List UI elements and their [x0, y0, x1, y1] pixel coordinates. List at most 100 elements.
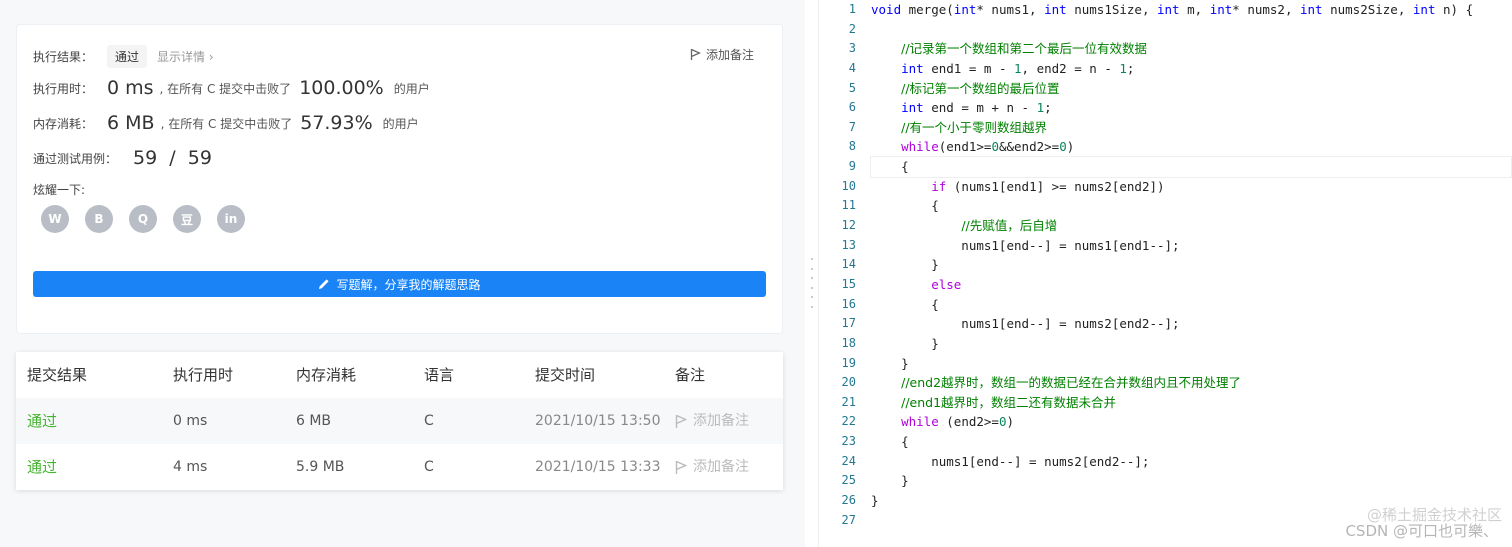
memory-row: 内存消耗： 6 MB , 在所有 C 提交中击败了 57.93% 的用户 [33, 112, 419, 134]
line-number: 17 [841, 316, 856, 331]
row-add-note-button[interactable]: 添加备注 [675, 398, 749, 444]
line-number: 13 [841, 237, 856, 252]
watermark-csdn: CSDN @可口也可樂、 [1345, 522, 1498, 540]
line-number: 14 [841, 257, 856, 272]
line-number: 2 [848, 21, 856, 36]
share-label: 炫耀一下: [33, 183, 86, 197]
flag-icon [675, 414, 687, 428]
row-status-link[interactable]: 通过 [27, 398, 57, 444]
code-line: if (nums1[end1] >= nums2[end2]) [931, 178, 1165, 194]
code-line: //有一个小于零则数组越界 [901, 119, 1048, 135]
col-status: 提交结果 [27, 366, 88, 384]
line-number: 18 [841, 335, 856, 350]
line-number: 8 [848, 139, 856, 154]
code-line: //先赋值，后自增 [961, 218, 1058, 234]
linkedin-icon[interactable]: in [217, 205, 245, 233]
col-memory: 内存消耗 [296, 366, 357, 384]
line-number: 10 [841, 178, 856, 193]
runtime-row: 执行用时： 0 ms , 在所有 C 提交中击败了 100.00% 的用户 [33, 77, 430, 99]
wechat-icon[interactable]: W [41, 205, 69, 233]
line-number: 21 [841, 394, 856, 409]
exec-result-row: 执行结果： 通过 显示详情 › [33, 45, 214, 68]
code-line: int end1 = m - 1, end2 = n - 1; [901, 60, 1135, 76]
line-number: 6 [848, 100, 856, 115]
tests-row: 通过测试用例： 59 / 59 [33, 147, 212, 169]
line-number: 12 [841, 218, 856, 233]
submissions-table: 提交结果 执行用时 内存消耗 语言 提交时间 备注 通过 0 ms 6 MB C… [16, 352, 783, 490]
chevron-right-icon: › [208, 50, 214, 64]
line-number: 25 [841, 473, 856, 488]
row-add-note-button[interactable]: 添加备注 [675, 444, 749, 490]
row-status-link[interactable]: 通过 [27, 444, 57, 490]
add-note-label: 添加备注 [705, 48, 754, 62]
table-header: 提交结果 执行用时 内存消耗 语言 提交时间 备注 [16, 352, 783, 398]
qq-icon[interactable]: Q [129, 205, 157, 233]
row-time: 2021/10/15 13:50 [535, 413, 661, 429]
line-number: 22 [841, 414, 856, 429]
col-runtime: 执行用时 [173, 366, 234, 384]
line-number: 26 [841, 493, 856, 508]
code-line: //标记第一个数组的最后位置 [901, 80, 1060, 96]
douban-icon[interactable]: 豆 [173, 205, 201, 233]
weibo-icon[interactable]: B [85, 205, 113, 233]
code-line: int end = m + n - 1; [901, 100, 1052, 116]
row-language: C [424, 459, 434, 475]
status-badge: 通过 [107, 45, 148, 68]
code-line: void merge(int* nums1, int nums1Size, in… [871, 2, 1474, 17]
code-line: { [870, 156, 1512, 178]
runtime-suffix: 的用户 [393, 81, 430, 96]
code-area[interactable]: void merge(int* nums1, int nums1Size, in… [870, 0, 1512, 530]
code-line: } [871, 355, 909, 371]
show-detail-label: 显示详情 [157, 50, 206, 64]
share-row: 炫耀一下: [33, 181, 99, 198]
memory-label: 内存消耗： [33, 116, 94, 131]
memory-value: 6 MB [107, 112, 155, 134]
write-solution-button[interactable]: 写题解，分享我的解题思路 [33, 271, 766, 297]
line-number: 4 [848, 60, 856, 75]
add-note-button[interactable]: 添加备注 [690, 46, 754, 63]
code-line: { [871, 198, 939, 214]
exec-result-label: 执行结果： [33, 50, 94, 64]
runtime-mid: , 在所有 C 提交中击败了 [159, 81, 292, 96]
code-line: { [871, 434, 909, 450]
runtime-label: 执行用时： [33, 81, 94, 96]
line-number: 1 [848, 2, 856, 16]
pencil-icon [319, 279, 330, 289]
line-number-gutter: 1 2 3 4 5 6 7 8 9 10 11 12 13 14 15 16 17 18 19 20 21 22 23 24 2… [820, 0, 856, 530]
code-line: } [871, 257, 939, 273]
col-note: 备注 [675, 366, 706, 384]
code-line: nums1[end--] = nums1[end1--]; [871, 237, 1180, 253]
line-number: 15 [841, 276, 856, 291]
panel-divider [818, 0, 819, 547]
line-number: 24 [841, 453, 856, 468]
share-icons: W B Q 豆 in [41, 205, 245, 233]
line-number: 3 [848, 41, 856, 56]
code-line: while (end2>=0) [901, 414, 1015, 430]
line-number: 19 [841, 355, 856, 370]
flag-icon [675, 460, 687, 474]
row-memory: 5.9 MB [296, 459, 345, 475]
table-row[interactable]: 通过 4 ms 5.9 MB C 2021/10/15 13:33 添加备注 [16, 444, 783, 490]
runtime-percentile: 100.00% [299, 77, 384, 99]
row-time: 2021/10/15 13:33 [535, 459, 661, 475]
table-row[interactable]: 通过 0 ms 6 MB C 2021/10/15 13:50 添加备注 [16, 398, 783, 444]
show-detail-link[interactable]: 显示详情 › [157, 48, 214, 65]
col-language: 语言 [424, 366, 455, 384]
row-note-label: 添加备注 [693, 459, 749, 475]
write-solution-label: 写题解，分享我的解题思路 [336, 277, 481, 292]
result-panel: 执行结果： 通过 显示详情 › 添加备注 执行用时： 0 ms , 在所有 C … [0, 0, 805, 547]
line-number: 11 [841, 198, 856, 213]
row-runtime: 0 ms [173, 413, 208, 429]
memory-suffix: 的用户 [382, 116, 419, 131]
panel-resize-handle[interactable] [810, 258, 814, 308]
line-number: 9 [848, 159, 856, 174]
code-editor[interactable]: 1 2 3 4 5 6 7 8 9 10 11 12 13 14 15 16 17 18 19 20 21 22 23 24 2… [820, 0, 1512, 547]
row-memory: 6 MB [296, 413, 332, 429]
line-number: 23 [841, 434, 856, 449]
code-line: while(end1>=0&&end2>=0) [901, 139, 1075, 155]
line-number: 16 [841, 296, 856, 311]
code-line: //end1越界时，数组二还有数据未合并 [901, 394, 1117, 410]
row-note-label: 添加备注 [693, 413, 749, 429]
row-runtime: 4 ms [173, 459, 208, 475]
code-line: else [931, 276, 962, 292]
